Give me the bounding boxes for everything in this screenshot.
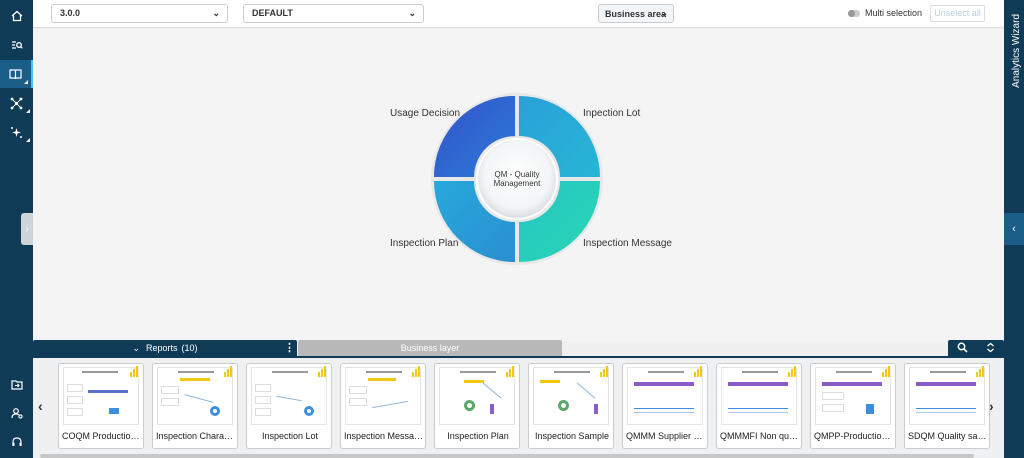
diagram-canvas: QM - Quality Management Usage Decision I… (33, 29, 1004, 341)
report-card[interactable]: Inspection Plan (434, 363, 520, 449)
expand-left-panel-button[interactable]: › (21, 213, 33, 245)
center-label-line1: QM - Quality (495, 170, 540, 179)
multi-selection-toggle[interactable] (848, 10, 860, 17)
multi-selection-label: Multi selection (865, 8, 923, 18)
reports-count: (10) (181, 343, 198, 353)
report-card-label: QMMMFI Non qua... (720, 431, 802, 441)
tab-business-layer[interactable]: Business layer (298, 340, 562, 356)
report-card-label: Inspection Message (344, 431, 425, 441)
profile-select[interactable]: DEFAULT ⌄ (243, 4, 424, 23)
powerbi-icon (693, 366, 704, 377)
version-select[interactable]: 3.0.0 ⌄ (51, 4, 228, 23)
report-card[interactable]: Inspection Charac... (152, 363, 238, 449)
search-list-icon[interactable] (0, 31, 33, 59)
report-thumbnail (63, 367, 139, 425)
powerbi-icon (223, 366, 234, 377)
report-card-label: COQM Production ... (62, 431, 145, 441)
report-thumbnail (533, 367, 609, 425)
powerbi-icon (881, 366, 892, 377)
report-card-label: QMMM Supplier q... (626, 431, 707, 441)
folder-export-icon[interactable] (0, 370, 33, 398)
book-icon[interactable] (0, 60, 33, 88)
report-card-label: Inspection Charac... (156, 431, 237, 441)
report-thumbnail (721, 367, 797, 425)
chevron-down-icon: ⌄ (212, 8, 220, 18)
donut-diagram: QM - Quality Management (431, 93, 603, 265)
unselect-all-button[interactable]: Unselect all (930, 5, 985, 22)
segment-label-inspection-message[interactable]: Inspection Message (583, 238, 672, 249)
search-icon[interactable] (957, 342, 968, 356)
top-toolbar: 3.0.0 ⌄ DEFAULT ⌄ Business area ⌄ Multi … (33, 0, 1004, 28)
report-card-label: QMPP-Production ... (814, 431, 897, 441)
reports-tools (948, 340, 1004, 357)
chevron-down-icon: ⌄ (660, 8, 668, 18)
report-card[interactable]: Inspection Message (340, 363, 426, 449)
chevron-down-icon: ⌄ (408, 8, 416, 18)
analytics-wizard-bar[interactable]: Analytics Wizard ‹ (1004, 0, 1024, 458)
support-headset-icon[interactable] (0, 428, 33, 456)
report-card[interactable]: QMMMFI Non qua... (716, 363, 802, 449)
more-vertical-icon[interactable]: ⋮ (284, 342, 295, 354)
report-thumbnail (439, 367, 515, 425)
carousel-prev-icon[interactable]: ‹ (38, 398, 43, 414)
powerbi-icon (599, 366, 610, 377)
report-thumbnail (815, 367, 891, 425)
user-settings-icon[interactable] (0, 399, 33, 427)
report-card[interactable]: Inspection Sample (528, 363, 614, 449)
powerbi-icon (975, 366, 986, 377)
report-card[interactable]: Inspection Lot (246, 363, 332, 449)
powerbi-icon (317, 366, 328, 377)
report-card-label: Inspection Plan (447, 431, 509, 441)
expand-collapse-icon[interactable] (986, 342, 995, 356)
report-thumbnail (909, 367, 985, 425)
powerbi-icon (787, 366, 798, 377)
report-thumbnail (251, 367, 327, 425)
report-thumbnail (627, 367, 703, 425)
network-icon[interactable] (0, 89, 33, 117)
report-card[interactable]: QMPP-Production ... (810, 363, 897, 449)
report-card-label: Inspection Sample (534, 431, 610, 441)
segment-label-usage-decision[interactable]: Usage Decision (390, 108, 460, 119)
analytics-wizard-label: Analytics Wizard (1011, 14, 1022, 88)
powerbi-icon (411, 366, 422, 377)
home-icon[interactable] (0, 2, 33, 30)
business-area-button[interactable]: Business area ⌄ (598, 4, 674, 23)
powerbi-icon (505, 366, 516, 377)
report-card-label: SDQM Quality sales (908, 431, 990, 441)
report-thumbnail (345, 367, 421, 425)
business-area-label: Business area (605, 9, 667, 19)
segment-label-inpection-lot[interactable]: Inpection Lot (583, 108, 640, 119)
tab-reports[interactable]: ⌄ Reports (10) (33, 340, 297, 356)
version-select-value: 3.0.0 (60, 8, 81, 18)
powerbi-icon (129, 366, 140, 377)
report-card[interactable]: QMMM Supplier q... (622, 363, 708, 449)
horizontal-scrollbar[interactable] (40, 454, 974, 458)
collapse-wizard-button[interactable]: ‹ (1004, 213, 1024, 245)
report-card[interactable]: SDQM Quality sales (904, 363, 990, 449)
report-thumbnail (157, 367, 233, 425)
report-card-label: Inspection Lot (261, 431, 319, 441)
report-card[interactable]: COQM Production ... (58, 363, 145, 449)
center-label-line2: Management (494, 179, 541, 188)
profile-select-value: DEFAULT (252, 8, 293, 18)
sparkle-icon[interactable] (0, 118, 33, 146)
chevron-down-icon: ⌄ (132, 342, 140, 353)
segment-label-inspection-plan[interactable]: Inspection Plan (390, 238, 458, 249)
reports-tab-label: Reports (146, 343, 178, 353)
